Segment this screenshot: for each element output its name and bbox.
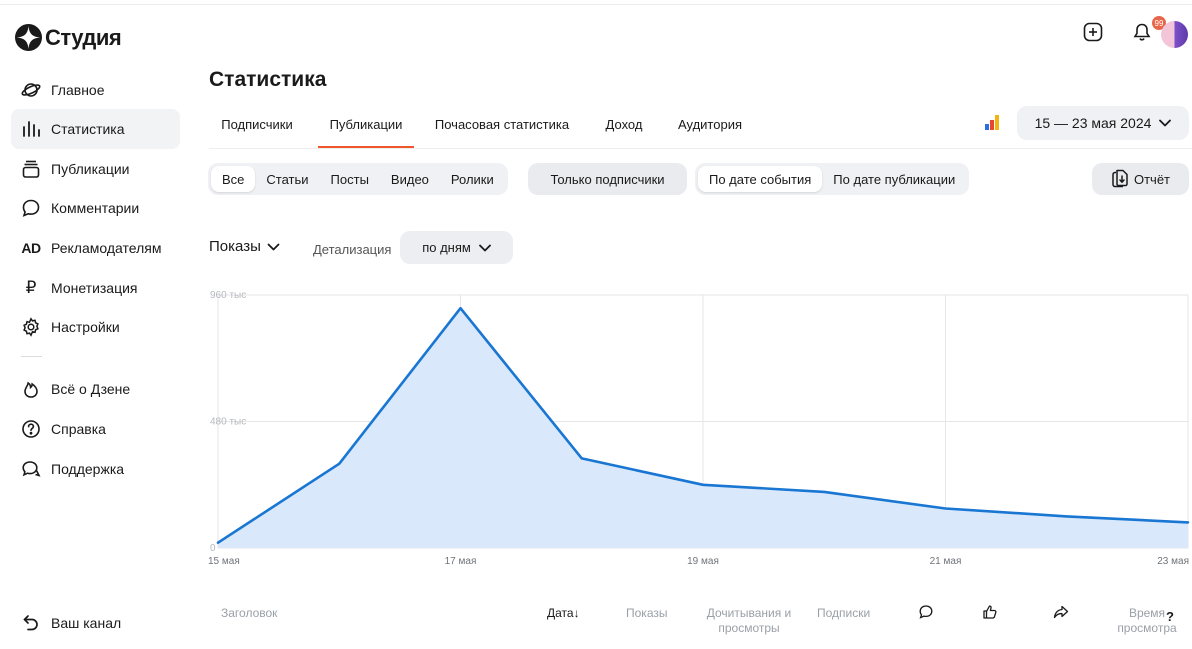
- filter-video[interactable]: Видео: [380, 166, 440, 192]
- report-icon: [1112, 169, 1128, 188]
- tab-income[interactable]: Доход: [599, 100, 649, 148]
- studio-logo[interactable]: Студия: [15, 24, 122, 51]
- report-label: Отчёт: [1133, 171, 1171, 187]
- x-tick-label: 17 мая: [445, 556, 477, 567]
- sidebar-item-help[interactable]: Справка: [11, 409, 180, 449]
- tab-hourly[interactable]: Почасовая статистика: [433, 100, 571, 148]
- logo-text: Студия: [45, 24, 122, 50]
- help-button[interactable]: ?: [1166, 609, 1174, 624]
- column-impressions[interactable]: Показы: [626, 606, 667, 621]
- sidebar-item-publications[interactable]: Публикации: [11, 149, 180, 189]
- sidebar-item-your-channel[interactable]: Ваш канал: [11, 603, 180, 643]
- avatar[interactable]: [1161, 21, 1188, 48]
- report-button[interactable]: Отчёт: [1092, 163, 1189, 195]
- sidebar-item-monetization[interactable]: ₽ Монетизация: [11, 268, 180, 308]
- tab-subscribers[interactable]: Подписчики: [209, 100, 305, 148]
- tab-publications[interactable]: Публикации: [318, 100, 414, 148]
- y-tick-label: 960 тыс: [210, 290, 246, 301]
- content-type-filter: Все Статьи Посты Видео Ролики: [208, 163, 508, 195]
- chevron-down-icon: [1159, 119, 1172, 127]
- sidebar-item-support[interactable]: Поддержка: [11, 449, 180, 489]
- sidebar-item-comments[interactable]: Комментарии: [11, 188, 180, 228]
- ad-icon: AD: [21, 240, 41, 256]
- filter-posts[interactable]: Посты: [320, 166, 380, 192]
- back-arrow-icon: [20, 612, 42, 634]
- impressions-chart: 960 тыс 480 тыс 0 15 мая 17 мая 19 мая 21 мая 2…: [208, 290, 1190, 567]
- y-tick-label: 0: [210, 543, 216, 554]
- sidebar-item-label: Статистика: [51, 121, 125, 137]
- column-title[interactable]: Заголовок: [221, 606, 277, 621]
- column-date-label: Дата: [547, 606, 574, 620]
- date-range-picker[interactable]: 15 — 23 мая 2024: [1017, 106, 1189, 140]
- page-title: Статистика: [209, 68, 327, 91]
- planet-icon: [20, 79, 42, 101]
- column-date[interactable]: Дата↓: [547, 606, 580, 621]
- sidebar-item-label: Ваш канал: [51, 615, 122, 631]
- gear-icon: [20, 316, 42, 338]
- create-button[interactable]: [1081, 20, 1105, 44]
- sidebar-item-settings[interactable]: Настройки: [11, 307, 180, 347]
- tab-audience[interactable]: Аудитория: [674, 100, 746, 148]
- detail-value: по дням: [422, 240, 471, 255]
- sidebar-divider: [21, 356, 42, 357]
- sidebar-item-label: Комментарии: [51, 200, 140, 216]
- comment-icon[interactable]: [918, 604, 934, 620]
- comment-icon: [20, 197, 42, 219]
- sidebar-item-statistics[interactable]: Статистика: [11, 109, 180, 149]
- x-tick-label: 19 мая: [687, 556, 719, 567]
- ruble-icon: ₽: [25, 278, 37, 297]
- top-divider: [0, 4, 1192, 5]
- sort-down-icon: ↓: [573, 606, 580, 620]
- sidebar-item-label: Главное: [51, 82, 105, 98]
- metric-selector[interactable]: Показы: [209, 238, 280, 255]
- y-tick-label: 480 тыс: [210, 417, 246, 428]
- filter-articles[interactable]: Статьи: [255, 166, 319, 192]
- plus-square-icon: [1083, 22, 1103, 42]
- subscribers-only-toggle[interactable]: Только подписчики: [528, 163, 687, 195]
- sidebar-item-about-zen[interactable]: Всё о Дзене: [11, 369, 180, 409]
- filter-all[interactable]: Все: [211, 166, 256, 192]
- like-icon[interactable]: [982, 604, 998, 620]
- sidebar-item-main[interactable]: Главное: [11, 70, 180, 110]
- date-mode-filter: По дате события По дате публикации: [695, 163, 970, 195]
- bar-chart-icon[interactable]: [985, 114, 1003, 130]
- sidebar-item-label: Поддержка: [51, 461, 125, 477]
- detail-label: Детализация: [313, 242, 392, 257]
- support-icon: [20, 458, 42, 480]
- flame-icon: [20, 378, 42, 400]
- publications-icon: [20, 158, 42, 180]
- question-icon: [20, 418, 42, 440]
- notifications-button[interactable]: [1130, 20, 1154, 44]
- sidebar-item-label: Справка: [51, 421, 106, 437]
- sidebar-item-label: Монетизация: [51, 280, 138, 296]
- x-tick-label: 15 мая: [208, 556, 240, 567]
- chevron-down-icon: [478, 244, 491, 251]
- tabs-divider: [209, 148, 1192, 149]
- filter-by-publication-date[interactable]: По дате публикации: [822, 166, 966, 192]
- zen-logo-icon: [15, 24, 42, 51]
- bell-icon: [1133, 23, 1151, 41]
- detail-selector[interactable]: по дням: [400, 231, 513, 264]
- x-tick-label: 21 мая: [930, 556, 962, 567]
- column-subscriptions[interactable]: Подписки: [817, 606, 870, 621]
- date-range-label: 15 — 23 мая 2024: [1034, 115, 1152, 131]
- sidebar-item-label: Настройки: [51, 319, 120, 335]
- x-tick-label: 23 мая: [1157, 556, 1189, 567]
- sidebar-item-label: Публикации: [51, 161, 130, 177]
- stats-icon: [20, 118, 42, 140]
- sidebar-item-label: Рекламодателям: [51, 240, 162, 256]
- sidebar-item-label: Всё о Дзене: [51, 381, 131, 397]
- column-reads-views[interactable]: Дочитывания и просмотры: [706, 606, 792, 636]
- filter-by-event-date[interactable]: По дате события: [698, 166, 823, 192]
- share-icon[interactable]: [1053, 604, 1069, 620]
- metric-label: Показы: [209, 238, 261, 255]
- filter-shorts[interactable]: Ролики: [440, 166, 505, 192]
- chevron-down-icon: [267, 243, 280, 250]
- sidebar-item-advertisers[interactable]: AD Рекламодателям: [11, 228, 180, 268]
